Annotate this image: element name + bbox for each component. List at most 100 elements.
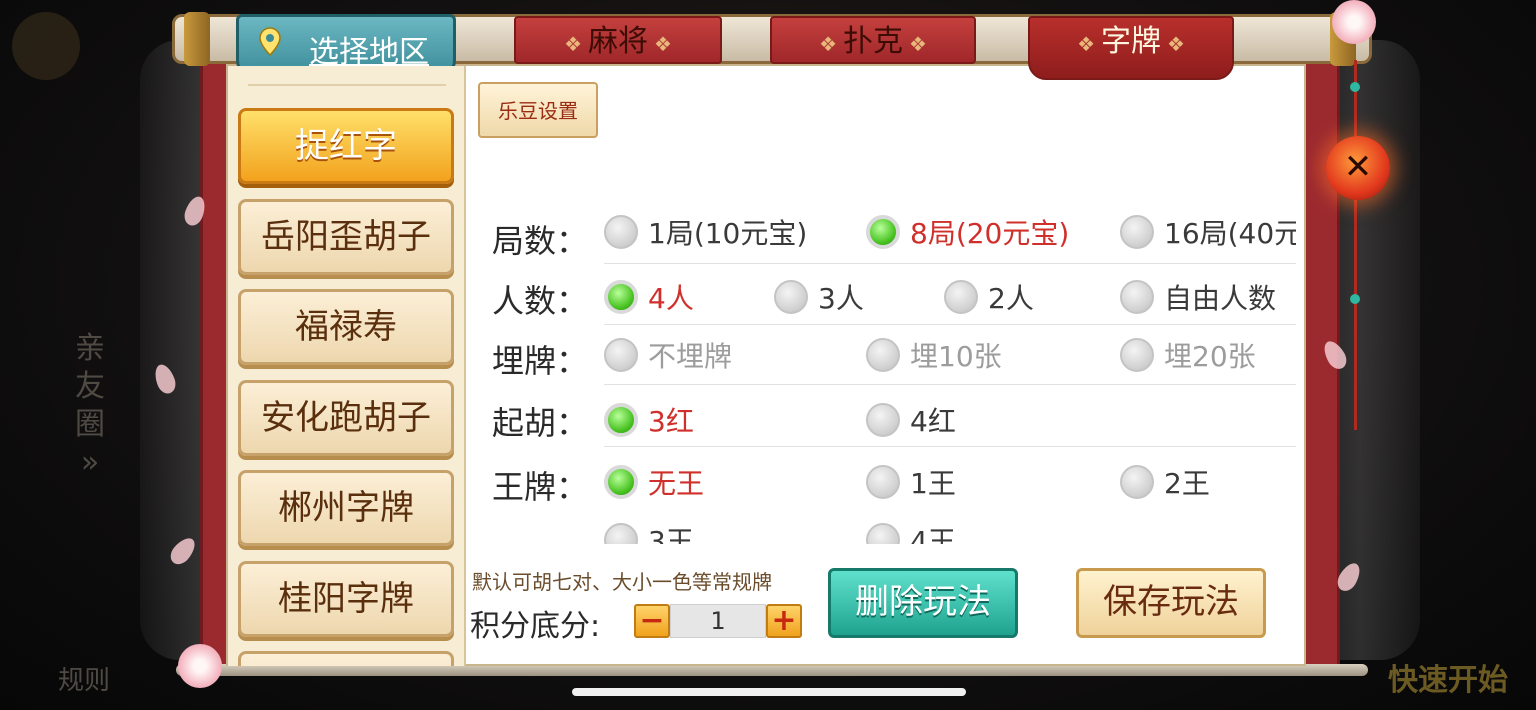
bead-icon xyxy=(1350,82,1360,92)
players-option-2[interactable]: 2人 xyxy=(944,277,1034,317)
tab-zipai-label: 字牌 xyxy=(1101,24,1161,59)
tab-poker[interactable]: ❖ 扑克 ❖ xyxy=(770,16,976,64)
option-label: 3红 xyxy=(648,405,694,438)
row-divider xyxy=(604,446,1296,447)
qihu-option-3red[interactable]: 3红 xyxy=(604,400,694,440)
option-label: 2人 xyxy=(988,282,1034,315)
flower-icon xyxy=(178,644,222,688)
option-label: 埋10张 xyxy=(910,340,1002,373)
save-rule-button[interactable]: 保存玩法 xyxy=(1076,568,1266,638)
sidebar-item-yueyang[interactable]: 岳阳歪胡子 xyxy=(238,199,454,275)
option-label: 自由人数 xyxy=(1164,282,1277,315)
rules-label[interactable]: 规则 xyxy=(58,660,110,697)
close-button[interactable]: ✕ xyxy=(1326,136,1390,200)
option-label: 不埋牌 xyxy=(648,340,733,373)
radio-icon xyxy=(866,403,900,437)
king-option-3[interactable]: 3王 xyxy=(604,520,694,544)
radio-icon xyxy=(1120,280,1154,314)
option-label: 3人 xyxy=(818,282,864,315)
back-button[interactable] xyxy=(12,12,80,80)
ornament-icon: ❖ xyxy=(909,32,927,56)
radio-icon xyxy=(604,215,638,249)
radio-checked-icon xyxy=(604,465,638,499)
rules-hint-text: 默认可胡七对、大小一色等常规牌 xyxy=(472,570,772,594)
home-indicator[interactable] xyxy=(572,688,966,696)
sidebar-item-zhuohongzi[interactable]: 捉红字 xyxy=(238,108,454,184)
option-label: 4红 xyxy=(910,405,956,438)
option-label: 16局(40元 xyxy=(1164,217,1296,250)
ornament-icon: ❖ xyxy=(564,32,582,56)
players-label: 人数： xyxy=(492,282,589,320)
tab-mahjong[interactable]: ❖ 麻将 ❖ xyxy=(514,16,722,64)
rounds-option-16[interactable]: 16局(40元 xyxy=(1120,212,1296,252)
sidebar-item-partial[interactable] xyxy=(238,651,454,666)
radio-icon xyxy=(866,338,900,372)
tab-poker-label: 扑克 xyxy=(843,24,903,59)
location-pin-icon xyxy=(259,27,281,57)
players-option-free[interactable]: 自由人数 xyxy=(1120,277,1276,317)
players-option-4[interactable]: 4人 xyxy=(604,277,694,317)
flower-icon xyxy=(1332,0,1376,44)
radio-icon xyxy=(604,338,638,372)
sidebar-item-fulushou[interactable]: 福禄寿 xyxy=(238,289,454,365)
option-label: 埋20张 xyxy=(1164,340,1256,373)
radio-icon xyxy=(944,280,978,314)
row-divider xyxy=(604,384,1296,385)
hanging-cord xyxy=(1354,60,1357,430)
row-divider xyxy=(604,324,1296,325)
game-list-sidebar[interactable]: 捉红字 岳阳歪胡子 福禄寿 安化跑胡子 郴州字牌 桂阳字牌 xyxy=(228,66,466,666)
ledou-settings-button[interactable]: 乐豆设置 xyxy=(478,82,598,138)
ornament-icon: ❖ xyxy=(1077,32,1095,56)
option-label: 1王 xyxy=(910,467,956,500)
radio-checked-icon xyxy=(866,215,900,249)
radio-icon xyxy=(1120,215,1154,249)
radio-icon xyxy=(604,523,638,544)
radio-icon xyxy=(866,465,900,499)
king-option-4[interactable]: 4王 xyxy=(866,520,956,544)
tab-region-label: 选择地区 xyxy=(309,35,429,70)
delete-rule-button[interactable]: 删除玩法 xyxy=(828,568,1018,638)
rounds-option-1[interactable]: 1局(10元宝) xyxy=(604,212,807,252)
radio-checked-icon xyxy=(604,403,638,437)
bury-label: 埋牌： xyxy=(492,342,589,380)
rod-end-left xyxy=(184,12,210,66)
option-label: 4人 xyxy=(648,282,694,315)
king-option-1[interactable]: 1王 xyxy=(866,462,956,502)
bead-icon xyxy=(1350,294,1360,304)
king-option-2[interactable]: 2王 xyxy=(1120,462,1210,502)
base-score-decrement-button[interactable]: − xyxy=(634,604,670,638)
sidebar-item-chenzhou[interactable]: 郴州字牌 xyxy=(238,470,454,546)
row-divider xyxy=(604,263,1296,264)
base-score-increment-button[interactable]: + xyxy=(766,604,802,638)
bury-option-20[interactable]: 埋20张 xyxy=(1120,335,1256,375)
friends-circle-label[interactable]: 亲友圈 » xyxy=(70,330,110,482)
king-option-none[interactable]: 无王 xyxy=(604,462,704,502)
radio-checked-icon xyxy=(604,280,638,314)
ornament-icon: ❖ xyxy=(819,32,837,56)
sidebar-item-anhua[interactable]: 安化跑胡子 xyxy=(238,380,454,456)
king-row-clipped: 3王 4王 xyxy=(604,518,1304,544)
sidebar-item-guiyang[interactable]: 桂阳字牌 xyxy=(238,561,454,637)
option-label: 8局(20元宝) xyxy=(910,217,1070,250)
rounds-option-8[interactable]: 8局(20元宝) xyxy=(866,212,1069,252)
radio-icon xyxy=(866,523,900,544)
players-option-3[interactable]: 3人 xyxy=(774,277,864,317)
sidebar-ornament xyxy=(248,84,446,86)
king-label: 王牌： xyxy=(492,468,589,506)
bury-option-none[interactable]: 不埋牌 xyxy=(604,335,732,375)
tab-zipai[interactable]: ❖ 字牌 ❖ xyxy=(1028,16,1234,80)
radio-icon xyxy=(1120,465,1154,499)
option-label: 无王 xyxy=(648,467,705,500)
quick-start-label[interactable]: 快速开始 xyxy=(1388,655,1508,699)
rounds-label: 局数： xyxy=(492,222,589,260)
base-score-label: 积分底分: xyxy=(470,609,601,644)
bury-option-10[interactable]: 埋10张 xyxy=(866,335,1002,375)
option-label: 3王 xyxy=(648,525,694,544)
radio-icon xyxy=(774,280,808,314)
qihu-option-4red[interactable]: 4红 xyxy=(866,400,956,440)
base-score-value: 1 xyxy=(670,604,766,638)
option-label: 4王 xyxy=(910,525,956,544)
option-label: 2王 xyxy=(1164,467,1210,500)
qihu-label: 起胡： xyxy=(492,404,589,442)
radio-icon xyxy=(1120,338,1154,372)
